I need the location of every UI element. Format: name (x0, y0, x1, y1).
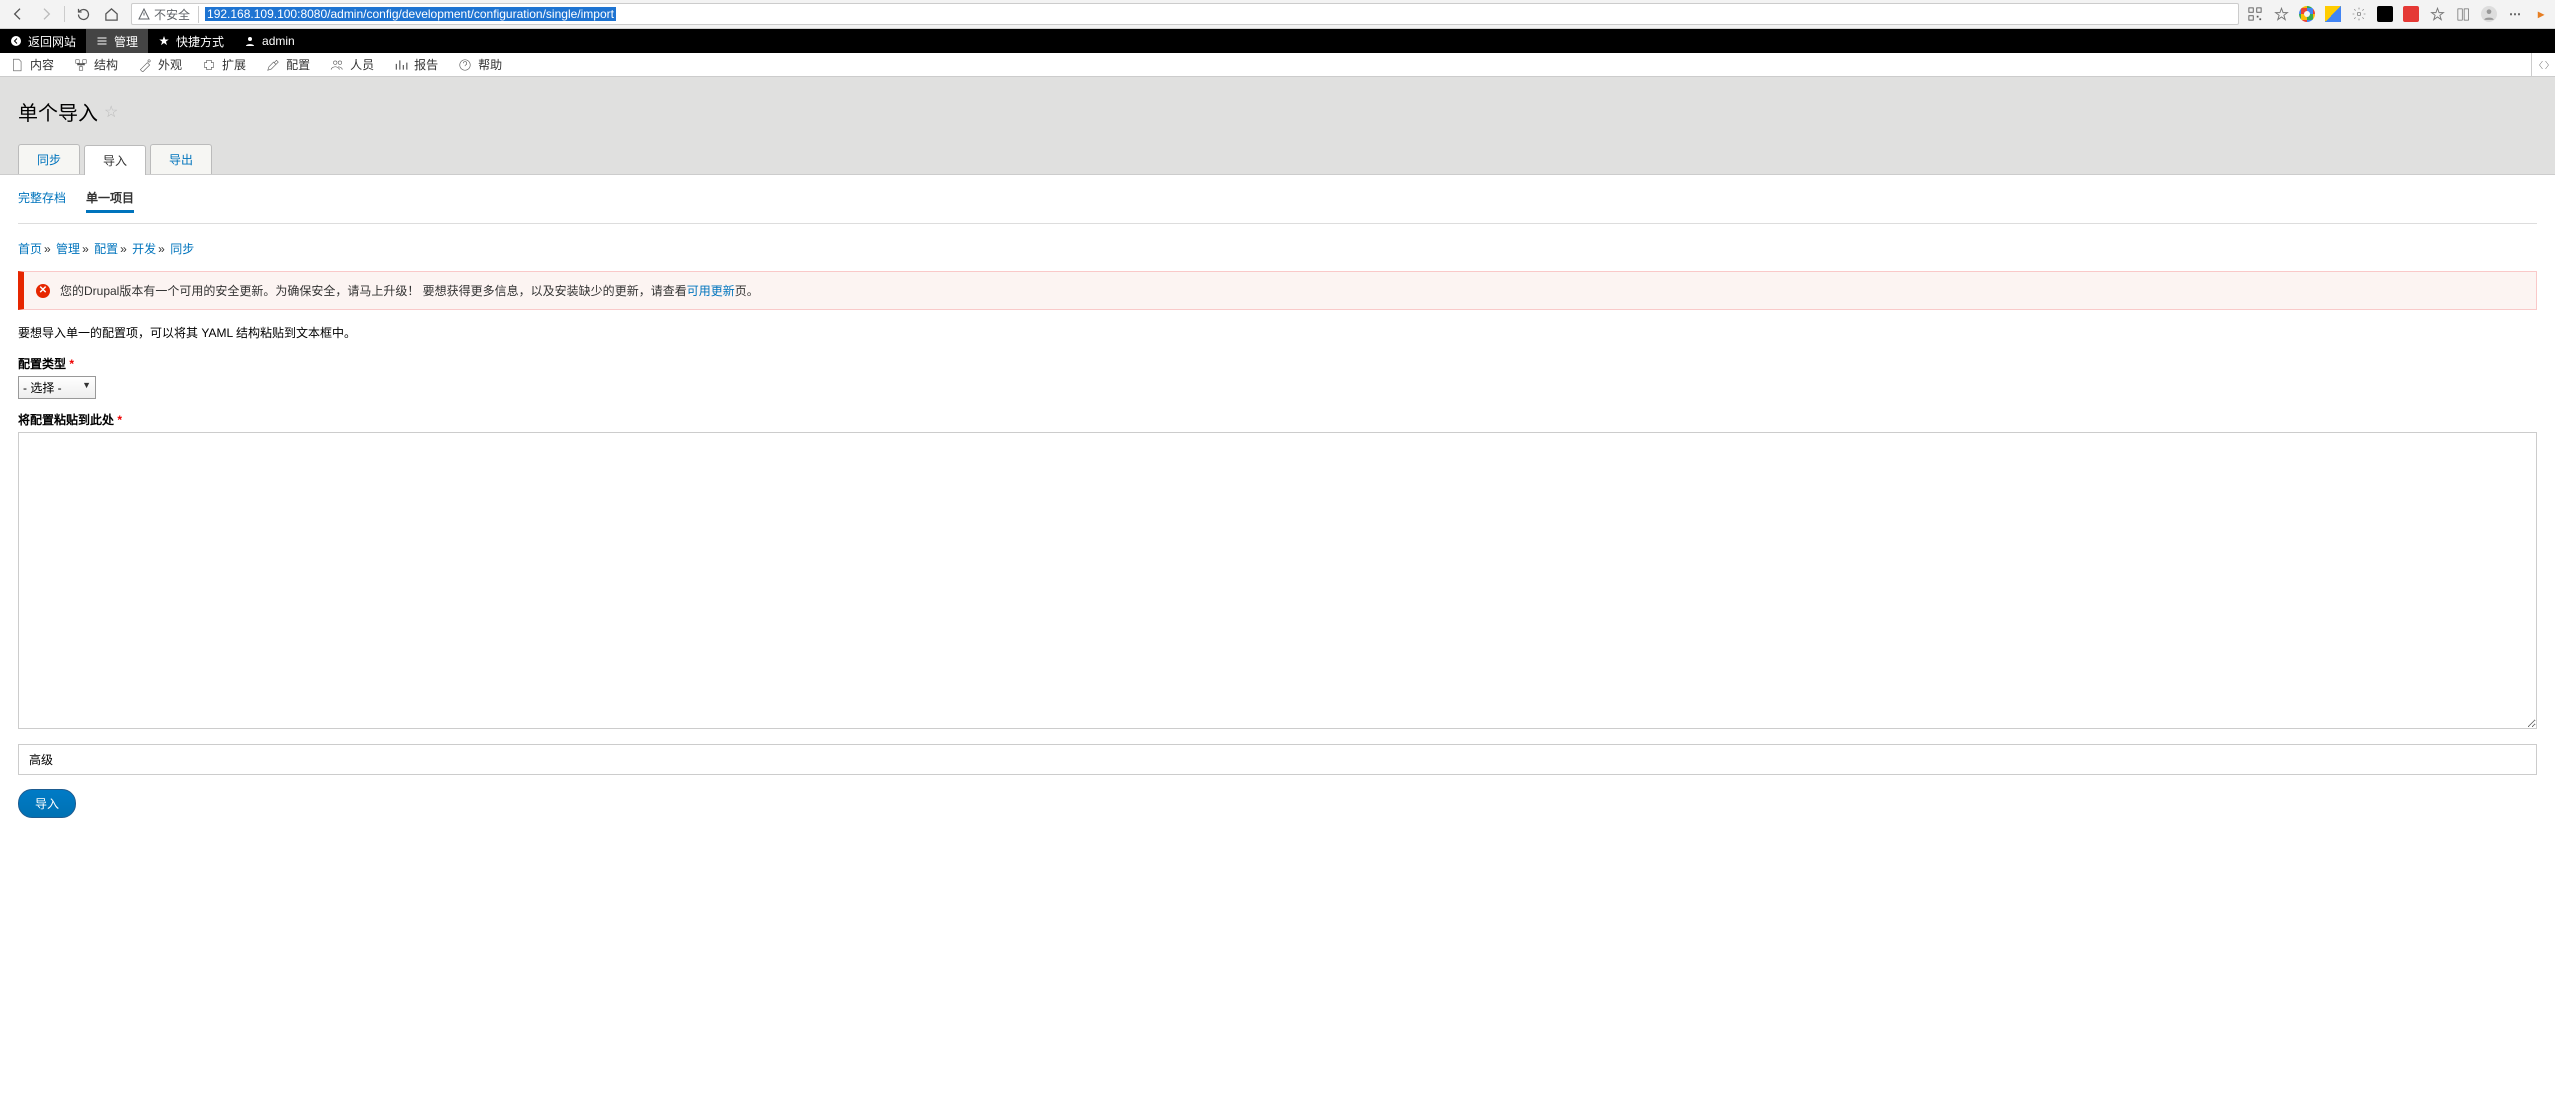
error-icon: ✕ (36, 284, 50, 298)
security-indicator[interactable]: 不安全 (138, 6, 199, 23)
reload-button[interactable] (71, 2, 95, 26)
extension-chrome-icon[interactable] (2299, 6, 2315, 22)
user-label: admin (262, 34, 295, 48)
menu-people-label: 人员 (350, 56, 374, 73)
subtab-single[interactable]: 单一项目 (86, 185, 134, 213)
menu-structure-label: 结构 (94, 56, 118, 73)
subtab-full[interactable]: 完整存档 (18, 185, 66, 213)
extension-black-icon[interactable] (2377, 6, 2393, 22)
menu-reports[interactable]: 报告 (384, 53, 448, 76)
crumb-config[interactable]: 配置 (94, 242, 118, 256)
breadcrumb: 首页» 管理» 配置» 开发» 同步 (18, 240, 2537, 257)
favorite-icon[interactable] (2429, 6, 2445, 22)
home-button[interactable] (99, 2, 123, 26)
page-description: 要想导入单一的配置项，可以将其 YAML 结构粘贴到文本框中。 (18, 324, 2537, 341)
menu-structure[interactable]: 结构 (64, 53, 128, 76)
shortcuts-label: 快捷方式 (176, 33, 224, 50)
shortcut-star-icon[interactable]: ☆ (104, 102, 118, 122)
alert-text-2: 页。 (735, 284, 759, 298)
menu-reports-label: 报告 (414, 56, 438, 73)
config-type-label-text: 配置类型 (18, 357, 66, 371)
alert-message: 您的Drupal版本有一个可用的安全更新。为确保安全，请马上升级！ 要想获得更多… (60, 282, 759, 299)
crumb-sync[interactable]: 同步 (170, 242, 194, 256)
nav-arrows (6, 2, 123, 26)
browser-toolbar: 不安全 192.168.109.100:8080/admin/config/de… (0, 0, 2555, 29)
paste-label-text: 将配置粘贴到此处 (18, 413, 114, 427)
menu-extend[interactable]: 扩展 (192, 53, 256, 76)
page-title: 单个导入 ☆ (18, 97, 2537, 126)
browser-action-icons: ⋯ ▸ (2247, 6, 2549, 22)
crumb-admin[interactable]: 管理 (56, 242, 80, 256)
address-bar[interactable]: 不安全 192.168.109.100:8080/admin/config/de… (131, 3, 2239, 25)
separator (64, 6, 65, 22)
back-to-site-label: 返回网站 (28, 33, 76, 50)
not-secure-label: 不安全 (154, 6, 190, 23)
alert-link[interactable]: 可用更新 (687, 284, 735, 298)
menu-appearance-label: 外观 (158, 56, 182, 73)
manage-label: 管理 (114, 33, 138, 50)
profile-avatar[interactable] (2481, 6, 2497, 22)
crumb-dev[interactable]: 开发 (132, 242, 156, 256)
tab-export[interactable]: 导出 (150, 144, 212, 174)
crumb-home[interactable]: 首页 (18, 242, 42, 256)
shortcuts-link[interactable]: 快捷方式 (148, 29, 234, 53)
paste-label: 将配置粘贴到此处 * (18, 411, 2537, 428)
manage-menu-toggle[interactable]: 管理 (86, 29, 148, 53)
page-header: 单个导入 ☆ 同步 导入 导出 (0, 77, 2555, 175)
tab-import[interactable]: 导入 (84, 145, 146, 175)
menu-config-label: 配置 (286, 56, 310, 73)
orientation-toggle[interactable] (2531, 53, 2555, 76)
dev-indicator-icon[interactable]: ▸ (2533, 6, 2549, 22)
menu-help[interactable]: 帮助 (448, 53, 512, 76)
more-icon[interactable]: ⋯ (2507, 6, 2523, 22)
back-button[interactable] (6, 2, 30, 26)
url-text: 192.168.109.100:8080/admin/config/develo… (205, 7, 616, 21)
secondary-tabs: 完整存档 单一项目 (18, 175, 2537, 224)
menu-appearance[interactable]: 外观 (128, 53, 192, 76)
menu-extend-label: 扩展 (222, 56, 246, 73)
bookmark-star-icon[interactable] (2273, 6, 2289, 22)
tab-sync[interactable]: 同步 (18, 144, 80, 174)
security-alert: ✕ 您的Drupal版本有一个可用的安全更新。为确保安全，请马上升级！ 要想获得… (18, 271, 2537, 310)
config-type-value: - 选择 - (23, 381, 62, 395)
alert-text-1: 您的Drupal版本有一个可用的安全更新。为确保安全，请马上升级！ 要想获得更多… (60, 284, 687, 298)
menu-config[interactable]: 配置 (256, 53, 320, 76)
admin-menu: 内容 结构 外观 扩展 配置 人员 报告 帮助 (0, 53, 2555, 77)
config-type-label: 配置类型 * (18, 355, 2537, 372)
main-content: 完整存档 单一项目 首页» 管理» 配置» 开发» 同步 ✕ 您的Drupal版… (0, 175, 2555, 818)
extension-gear-icon[interactable] (2351, 6, 2367, 22)
drupal-topbar: 返回网站 管理 快捷方式 admin (0, 29, 2555, 53)
collections-icon[interactable] (2455, 6, 2471, 22)
back-to-site-link[interactable]: 返回网站 (0, 29, 86, 53)
menu-content-label: 内容 (30, 56, 54, 73)
advanced-details[interactable]: 高级 (18, 744, 2537, 775)
qr-icon[interactable] (2247, 6, 2263, 22)
primary-tabs: 同步 导入 导出 (18, 144, 2537, 174)
config-type-select[interactable]: - 选择 - (18, 376, 96, 399)
extension-color-icon[interactable] (2325, 6, 2341, 22)
import-button[interactable]: 导入 (18, 789, 76, 818)
config-paste-textarea[interactable] (18, 432, 2537, 729)
forward-button[interactable] (34, 2, 58, 26)
page-title-text: 单个导入 (18, 97, 98, 126)
user-menu[interactable]: admin (234, 29, 305, 53)
menu-content[interactable]: 内容 (0, 53, 64, 76)
extension-red-icon[interactable] (2403, 6, 2419, 22)
menu-people[interactable]: 人员 (320, 53, 384, 76)
menu-help-label: 帮助 (478, 56, 502, 73)
